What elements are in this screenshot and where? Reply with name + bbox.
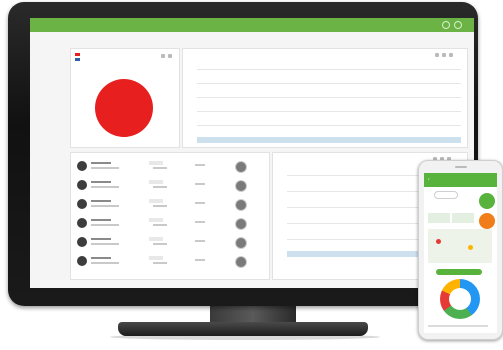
- mobile-phone: ≡: [418, 160, 503, 340]
- event-detail: [91, 224, 119, 226]
- phone-menu-tile-2[interactable]: [452, 213, 474, 223]
- event-name: [91, 238, 111, 240]
- refresh-icon[interactable]: [442, 53, 446, 57]
- event-time-detail: [153, 243, 167, 245]
- gridline: [197, 69, 461, 70]
- phone-screen: ≡: [424, 173, 497, 333]
- attendance-chart-panel: [182, 48, 468, 148]
- user-avatar: [77, 180, 87, 190]
- user-photo: [235, 180, 247, 192]
- event-detail: [91, 205, 119, 207]
- add-button[interactable]: [479, 193, 495, 209]
- phone-map[interactable]: [428, 229, 492, 263]
- event-time-detail: [153, 186, 167, 188]
- event-time: [149, 161, 163, 165]
- user-photo: [235, 199, 247, 211]
- event-time-detail: [153, 224, 167, 226]
- events-list-panel: [70, 152, 270, 280]
- map-pin-icon: [436, 239, 441, 244]
- event-status: [195, 183, 205, 185]
- user-avatar: [77, 199, 87, 209]
- event-row[interactable]: [75, 254, 265, 270]
- event-row[interactable]: [75, 159, 265, 175]
- event-time-detail: [153, 205, 167, 207]
- event-time-detail: [153, 167, 167, 169]
- legend-swatch-red: [75, 53, 80, 56]
- phone-speaker: [455, 166, 467, 168]
- event-detail: [91, 167, 119, 169]
- user-avatar: [77, 237, 87, 247]
- event-name: [91, 200, 111, 202]
- phone-logo: [434, 191, 458, 199]
- gridline: [197, 97, 461, 98]
- event-name: [91, 257, 111, 259]
- event-status: [195, 240, 205, 242]
- gridline: [197, 125, 461, 126]
- gridline: [197, 111, 461, 112]
- user-avatar: [77, 161, 87, 171]
- event-time: [149, 180, 163, 184]
- event-time-detail: [153, 262, 167, 264]
- presence-panel: [70, 48, 180, 148]
- zoom-icon[interactable]: [435, 53, 439, 57]
- hamburger-icon[interactable]: ≡: [428, 178, 429, 181]
- event-time: [149, 199, 163, 203]
- user-photo: [235, 237, 247, 249]
- x-axis-range-bar[interactable]: [197, 137, 461, 143]
- event-status: [195, 164, 205, 166]
- event-time: [149, 256, 163, 260]
- event-detail: [91, 262, 119, 264]
- bell-icon[interactable]: [454, 21, 462, 29]
- event-row[interactable]: [75, 235, 265, 251]
- donut-hole: [449, 288, 471, 310]
- event-name: [91, 219, 111, 221]
- refresh-icon[interactable]: [161, 54, 165, 58]
- menu-icon[interactable]: [449, 53, 453, 57]
- event-status: [195, 221, 205, 223]
- user-photo: [235, 161, 247, 173]
- event-name: [91, 181, 111, 183]
- user-avatar: [77, 218, 87, 228]
- map-pin-icon[interactable]: [479, 213, 495, 229]
- monitor-screen: [30, 18, 474, 288]
- phone-footer-line: [428, 325, 488, 327]
- user-photo: [235, 218, 247, 230]
- top-navigation-bar: [30, 18, 474, 32]
- event-time: [149, 237, 163, 241]
- monitor-stand-base: [118, 322, 368, 336]
- phone-menu-tile-1[interactable]: [428, 213, 450, 223]
- legend-swatch-blue: [75, 58, 80, 61]
- gridline: [197, 83, 461, 84]
- presence-pie-chart: [95, 79, 153, 137]
- settings-icon[interactable]: [168, 54, 172, 58]
- event-status: [195, 259, 205, 261]
- desktop-monitor: [8, 2, 478, 306]
- event-status: [195, 202, 205, 204]
- event-row[interactable]: [75, 178, 265, 194]
- user-avatar: [77, 256, 87, 266]
- phone-header-bar: ≡: [424, 173, 497, 187]
- phone-donut-chart: [440, 279, 480, 319]
- event-detail: [91, 186, 119, 188]
- event-time: [149, 218, 163, 222]
- event-row[interactable]: [75, 197, 265, 213]
- event-row[interactable]: [75, 216, 265, 232]
- gear-icon[interactable]: [442, 21, 450, 29]
- user-photo: [235, 256, 247, 268]
- event-name: [91, 162, 111, 164]
- phone-stat-pill[interactable]: [436, 269, 482, 275]
- map-pin-icon: [468, 245, 473, 250]
- event-detail: [91, 243, 119, 245]
